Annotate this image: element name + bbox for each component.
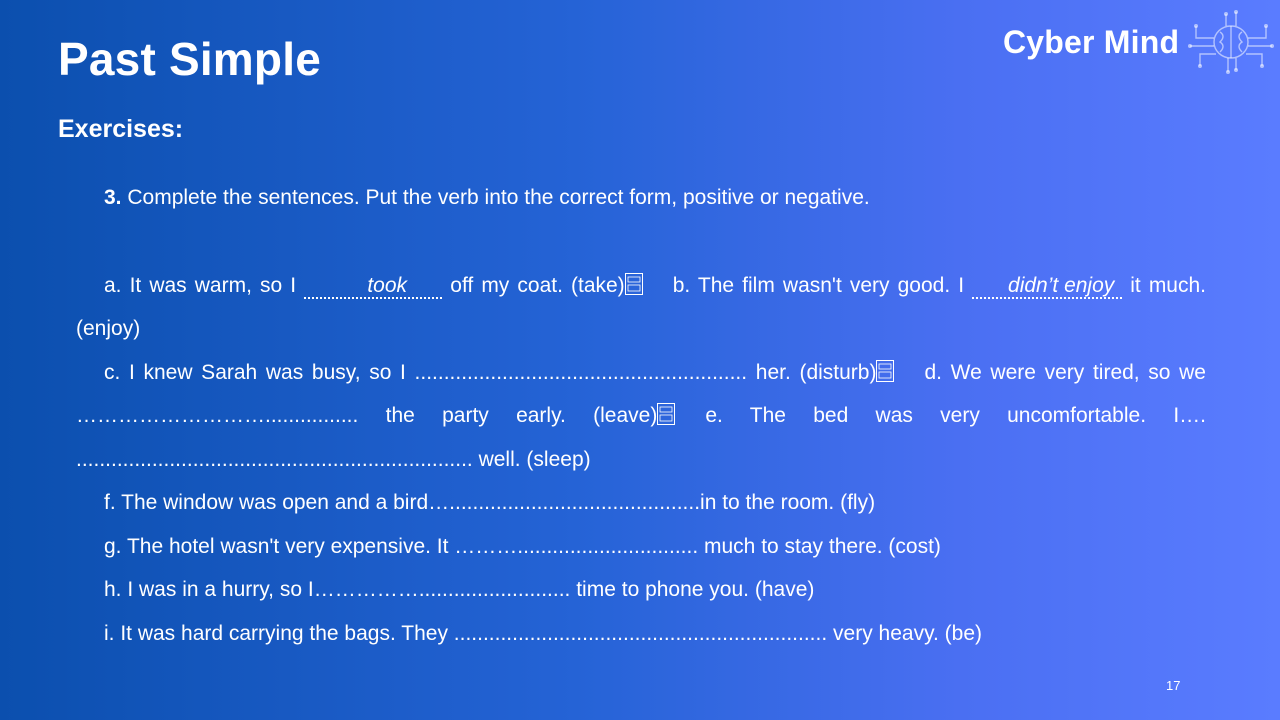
section-separator-icon xyxy=(876,359,895,382)
exercise-item-h: h. I was in a hurry, so I……………..........… xyxy=(104,578,815,601)
exercise-items-c-d-e: c. I knew Sarah was busy, so I .........… xyxy=(76,351,1206,482)
answer-b: didn’t enjoy xyxy=(972,274,1123,299)
page-number: 17 xyxy=(1166,678,1181,693)
answer-a: took xyxy=(304,274,443,299)
exercise-items-a-b: a. It was warm, so I took off my coat. (… xyxy=(76,264,1206,351)
exercise-item-i: i. It was hard carrying the bags. They .… xyxy=(104,621,983,645)
item-b-prefix: b. The film wasn't very good. I xyxy=(672,273,973,297)
brain-circuit-icon xyxy=(1188,10,1274,74)
exercise-item-f: f. The window was open and a bird…......… xyxy=(104,491,876,514)
exercise-number: 3. xyxy=(104,186,122,209)
exercise-content: 3. Complete the sentences. Put the verb … xyxy=(76,176,1206,655)
page-title: Past Simple xyxy=(58,33,321,85)
item-a-suffix: off my coat. (take) xyxy=(442,273,625,297)
instruction-text: Complete the sentences. Put the verb int… xyxy=(121,186,870,209)
exercise-instruction: 3. Complete the sentences. Put the verb … xyxy=(76,176,1206,220)
cyber-mind-logo: Cyber Mind xyxy=(1003,10,1275,74)
section-subtitle: Exercises: xyxy=(58,115,184,143)
section-separator-icon xyxy=(657,403,676,425)
exercise-item-g: g. The hotel wasn't very expensive. It …… xyxy=(104,534,941,558)
item-c: c. I knew Sarah was busy, so I .........… xyxy=(104,360,877,384)
section-separator-icon xyxy=(624,272,643,295)
item-a-prefix: a. It was warm, so I xyxy=(104,273,305,297)
logo-text: Cyber Mind xyxy=(1003,24,1180,60)
